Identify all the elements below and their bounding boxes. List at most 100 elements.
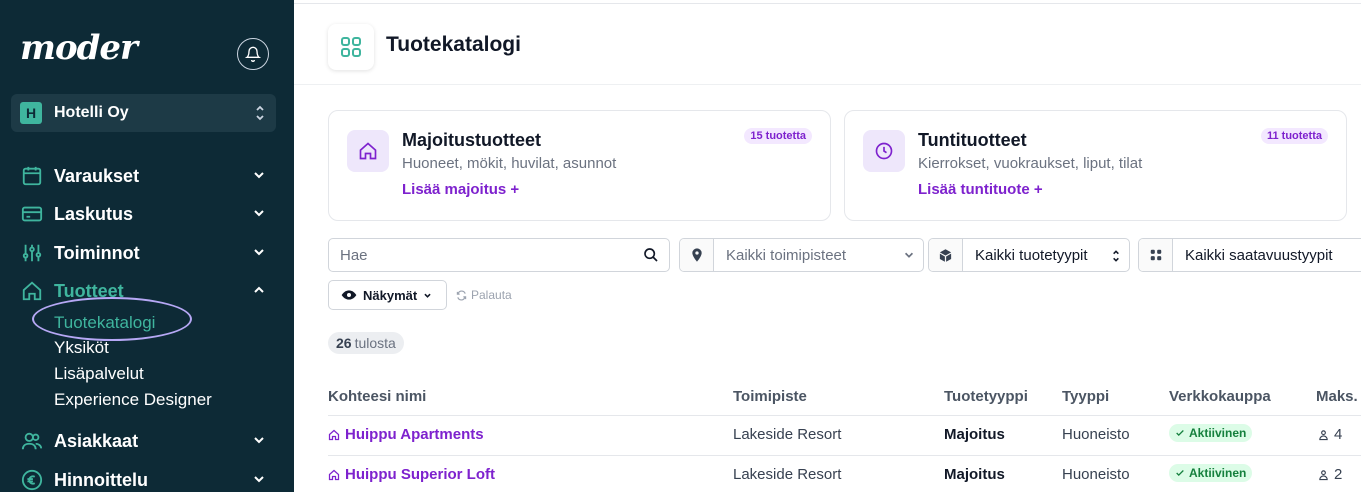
org-switcher[interactable]: H Hotelli Oy: [11, 94, 276, 132]
home-icon: [20, 279, 44, 303]
search-icon: [644, 248, 658, 262]
home-icon: [328, 429, 340, 440]
column-header-product-type[interactable]: Tuotetyyppi: [944, 388, 1028, 405]
refresh-icon: [456, 289, 467, 301]
sub-item-yksikot[interactable]: Yksiköt: [54, 338, 109, 358]
add-accommodation-link[interactable]: Lisää majoitus +: [402, 181, 519, 198]
availability-filter[interactable]: Kaikki saatavuustyypit: [1138, 238, 1361, 272]
location-filter[interactable]: Kaikki toimipisteet: [679, 238, 924, 272]
chevron-down-icon: [254, 172, 264, 179]
cube-icon: [929, 239, 963, 271]
status-badge: Aktiivinen: [1169, 464, 1253, 482]
cell-location: Lakeside Resort: [733, 426, 842, 443]
add-hourly-product-link[interactable]: Lisää tuntituote +: [918, 181, 1043, 198]
home-icon: [347, 130, 389, 172]
card-subtitle: Huoneet, mökit, huvilat, asunnot: [402, 155, 617, 172]
column-header-location[interactable]: Toimipiste: [733, 388, 807, 405]
chevron-down-icon: [254, 210, 264, 217]
nav-item-asiakkaat[interactable]: Asiakkaat: [20, 427, 274, 455]
product-type-filter[interactable]: Kaikki tuotetyypit: [928, 238, 1130, 272]
search-placeholder: Hae: [340, 246, 368, 264]
search-input[interactable]: Hae: [328, 238, 670, 272]
card-subtitle: Kierrokset, vuokraukset, liput, tilat: [918, 155, 1143, 172]
eye-icon: [341, 290, 357, 300]
page-header: Tuotekatalogi: [294, 3, 1361, 85]
credit-card-icon: [20, 202, 44, 226]
column-header-type[interactable]: Tyyppi: [1062, 388, 1109, 405]
nav-label: Hinnoittelu: [54, 469, 148, 490]
grid-icon: [328, 24, 374, 70]
person-icon: [1319, 429, 1328, 440]
org-avatar: H: [20, 102, 42, 124]
column-header-name[interactable]: Kohteesi nimi: [328, 388, 426, 405]
location-filter-value: Kaikki toimipisteet: [726, 246, 847, 264]
max-persons-value: 2: [1334, 466, 1343, 483]
reset-label: Palauta: [471, 288, 512, 302]
divider: [328, 415, 1361, 416]
org-name: Hotelli Oy: [54, 104, 129, 121]
max-persons-value: 4: [1334, 426, 1343, 443]
chevron-down-icon: [904, 252, 914, 258]
results-label: tulosta: [354, 335, 396, 351]
moder-logo[interactable]: moder: [20, 28, 138, 68]
nav-item-hinnoittelu[interactable]: Hinnoittelu: [20, 466, 274, 492]
sidebar: moder H Hotelli Oy Varaukset Laskutus To…: [0, 0, 294, 492]
product-count-badge: 15 tuotetta: [744, 128, 812, 144]
users-icon: [20, 429, 44, 453]
person-icon: [1319, 469, 1328, 480]
product-type-filter-value: Kaikki tuotetyypit: [975, 246, 1088, 264]
nav-label: Laskutus: [54, 203, 134, 224]
table-row-name-link[interactable]: Huippu Superior Loft: [328, 466, 495, 483]
calendar-icon: [20, 164, 44, 188]
nav-label: Toiminnot: [54, 242, 140, 263]
results-count-badge: 26 tulosta: [328, 332, 404, 354]
reset-button[interactable]: Palauta: [456, 288, 512, 302]
product-name: Huippu Superior Loft: [345, 466, 495, 483]
product-count-badge: 11 tuotetta: [1260, 128, 1328, 144]
views-label: Näkymät: [363, 287, 418, 303]
column-header-max[interactable]: Maks.: [1316, 388, 1358, 405]
views-dropdown[interactable]: Näkymät: [328, 280, 447, 310]
notifications-button[interactable]: [237, 38, 269, 70]
cell-max-persons: 4: [1318, 426, 1342, 443]
chevron-up-down-icon: [256, 105, 264, 121]
nav-item-laskutus[interactable]: Laskutus: [20, 200, 274, 228]
euro-icon: [20, 468, 44, 492]
card-majoitustuotteet: Majoitustuotteet Huoneet, mökit, huvilat…: [328, 110, 831, 221]
nav-label: Asiakkaat: [54, 430, 139, 451]
nav-item-toiminnot[interactable]: Toiminnot: [20, 239, 274, 267]
clock-icon: [863, 130, 905, 172]
nav-label: Varaukset: [54, 165, 140, 186]
chevron-up-icon: [254, 286, 264, 293]
availability-filter-value: Kaikki saatavuustyypit: [1185, 246, 1333, 264]
map-pin-icon: [680, 239, 714, 271]
page-title: Tuotekatalogi: [386, 33, 521, 56]
chevron-down-icon: [254, 249, 264, 256]
cell-type: Huoneisto: [1062, 426, 1130, 443]
check-icon: [1176, 470, 1184, 476]
grid-dots-icon: [1139, 239, 1173, 271]
sub-item-experience-designer[interactable]: Experience Designer: [54, 390, 212, 410]
cell-type: Huoneisto: [1062, 466, 1130, 483]
check-icon: [1176, 430, 1184, 436]
chevron-down-icon: [254, 476, 264, 483]
card-title: Tuntituotteet: [918, 130, 1027, 150]
cell-product-type: Majoitus: [944, 466, 1005, 483]
status-label: Aktiivinen: [1189, 466, 1247, 480]
results-count: 26: [336, 335, 352, 351]
sliders-icon: [20, 241, 44, 265]
cell-product-type: Majoitus: [944, 426, 1005, 443]
home-icon: [328, 469, 340, 480]
chevron-down-icon: [424, 293, 431, 298]
status-badge: Aktiivinen: [1169, 424, 1253, 442]
sub-item-lisapalvelut[interactable]: Lisäpalvelut: [54, 364, 144, 384]
status-label: Aktiivinen: [1189, 426, 1247, 440]
sub-item-tuotekatalogi[interactable]: Tuotekatalogi: [54, 313, 155, 333]
nav-item-varaukset[interactable]: Varaukset: [20, 162, 274, 190]
card-title: Majoitustuotteet: [402, 130, 541, 150]
table-row-name-link[interactable]: Huippu Apartments: [328, 426, 484, 443]
bell-icon: [245, 46, 261, 62]
main-content: Tuotekatalogi Majoitustuotteet Huoneet, …: [294, 0, 1361, 492]
cell-location: Lakeside Resort: [733, 466, 842, 483]
column-header-webshop[interactable]: Verkkokauppa: [1169, 388, 1271, 405]
